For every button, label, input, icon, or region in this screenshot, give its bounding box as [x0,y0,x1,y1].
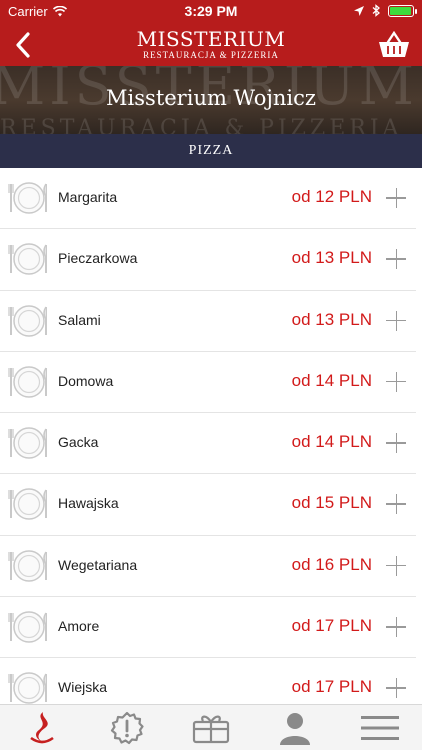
brand-logo: MISSTERIUM RESTAURACJA & PIZZERIA [0,28,422,60]
item-name: Gacka [58,434,99,451]
add-to-cart-button[interactable] [386,432,408,454]
item-name: Margarita [58,189,118,205]
item-name: Domowa [58,372,114,389]
add-to-cart-button[interactable] [386,493,408,515]
item-price: od 14 PLN [291,432,372,452]
alert-badge-icon [110,711,144,744]
item-price: od 16 PLN [291,554,372,574]
plate-icon [8,486,48,522]
plate-icon [8,425,48,461]
plate-icon [8,609,48,645]
item-price: od 17 PLN [291,677,372,697]
add-to-cart-button[interactable] [386,248,408,270]
plate-icon [8,670,48,704]
bluetooth-icon [372,4,380,17]
plate-icon [8,180,48,216]
item-price: od 12 PLN [291,187,372,206]
list-item[interactable]: Salami od 13 PLN [0,291,416,352]
list-item[interactable]: Wiejska od 17 PLN [0,658,416,704]
item-name: Hawajska [58,495,119,512]
item-price: od 15 PLN [291,493,372,513]
list-item[interactable]: Pieczarkowa od 13 PLN [0,229,416,291]
item-price: od 13 PLN [291,248,372,268]
item-price: od 14 PLN [291,370,372,390]
tab-gifts[interactable] [169,705,253,750]
user-icon [280,712,311,745]
list-item[interactable]: Domowa od 14 PLN [0,352,416,414]
item-price: od 13 PLN [291,309,372,329]
restaurant-banner: MISSTERIUM RESTAURACJA & PIZZERIA Misste… [0,66,422,134]
battery-icon [388,4,417,17]
restaurant-name: Missterium Wojnicz [106,86,316,110]
add-to-cart-button[interactable] [386,616,408,638]
menu-icon [360,715,399,740]
banner-watermark-sub: RESTAURACJA & PIZZERIA [0,116,403,134]
status-right [354,4,417,17]
add-to-cart-button[interactable] [386,187,408,209]
tab-bar [0,704,422,750]
menu-list[interactable]: Margarita od 12 PLN Pieczarkowa od 13 PLN Sa… [0,168,422,704]
logo-title: MISSTERIUM [136,27,286,51]
add-to-cart-button[interactable] [386,310,408,332]
list-item[interactable]: Margarita od 12 PLN [0,168,416,230]
list-item[interactable]: Hawajska od 15 PLN [0,474,416,536]
list-item[interactable]: Wegetariana od 16 PLN [0,536,416,598]
add-to-cart-button[interactable] [386,677,408,699]
battery-level [390,6,411,15]
header: Carrier 3:29 PM MISSTERIUM RESTAURACJA &… [0,0,422,66]
logo-subtitle: RESTAURACJA & PIZZERIA [143,50,279,60]
item-name: Pieczarkowa [58,250,138,267]
item-price: od 17 PLN [291,616,372,636]
add-to-cart-button[interactable] [386,371,408,393]
flame-logo-icon [30,711,54,743]
list-item[interactable]: Gacka od 14 PLN [0,413,416,475]
gift-icon [192,715,230,743]
tab-profile[interactable] [253,705,337,750]
add-to-cart-button[interactable] [386,555,408,577]
basket-button[interactable] [374,28,414,62]
plate-icon [8,303,48,339]
plate-icon [8,364,48,400]
basket-icon [379,31,409,57]
status-bar: Carrier 3:29 PM [0,0,422,22]
plate-icon [8,241,48,277]
tab-menu[interactable] [338,705,422,750]
tab-alerts[interactable] [84,705,168,750]
list-item[interactable]: Amore od 17 PLN [0,597,416,659]
location-arrow-icon [354,5,364,16]
item-name: Salami [58,311,101,328]
item-name: Amore [58,618,100,635]
app-screen: Carrier 3:29 PM MISSTERIUM RESTAURACJA &… [0,0,422,750]
plate-icon [8,548,48,584]
tab-home[interactable] [0,705,84,750]
item-name: Wegetariana [58,556,138,573]
category-header: PIZZA [0,134,422,168]
item-name: Wiejska [58,679,108,696]
